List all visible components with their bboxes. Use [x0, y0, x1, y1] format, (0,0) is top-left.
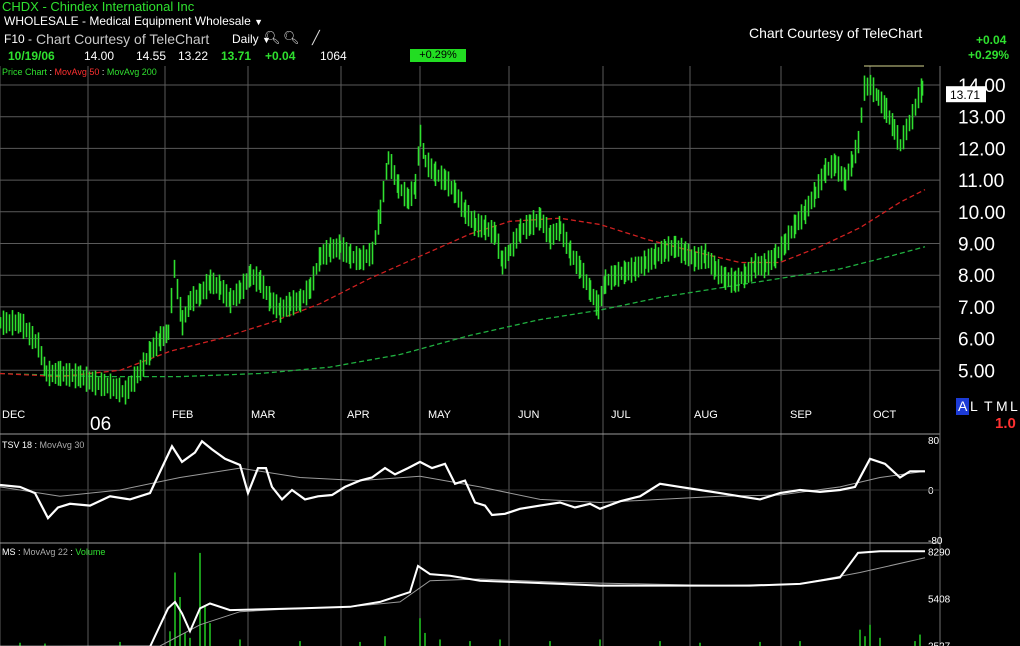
ms-y-tick-2: 2527	[928, 642, 951, 646]
x-tick-5: MAY	[428, 409, 452, 421]
x-tick-2: FEB	[172, 409, 193, 421]
x-tick-10: OCT	[873, 409, 897, 421]
x-tick-3: MAR	[251, 409, 276, 421]
price-y-tick-7: 7.00	[958, 298, 995, 319]
stock-chart: 14.0013.0012.0011.0010.009.008.007.006.0…	[0, 65, 1006, 646]
price-y-tick-2: 12.00	[958, 139, 1006, 160]
x-tick-7: JUL	[611, 409, 631, 421]
price-y-tick-9: 5.00	[958, 361, 995, 382]
price-y-tick-4: 10.00	[958, 203, 1006, 224]
last-price-tag: 13.71	[950, 88, 980, 102]
tsv-y-tick-2: -80	[928, 536, 943, 547]
ms-y-tick-1: 5408	[928, 595, 951, 606]
x-tick-4: APR	[347, 409, 370, 421]
price-y-tick-5: 9.00	[958, 235, 995, 256]
price-y-tick-8: 6.00	[958, 330, 995, 351]
price-y-tick-1: 13.00	[958, 108, 1006, 129]
price-y-tick-3: 11.00	[958, 171, 1004, 192]
x-tick-9: SEP	[790, 409, 812, 421]
ms-ma22-line	[59, 557, 926, 646]
tsv-y-tick-0: 80	[928, 436, 940, 447]
ms-y-tick-0: 8290	[928, 547, 951, 558]
x-tick-8: AUG	[694, 409, 718, 421]
x-tick-6: JUN	[518, 409, 539, 421]
x-tick-1: 06	[90, 414, 111, 435]
x-tick-0: DEC	[2, 409, 25, 421]
ma200-line	[0, 246, 926, 378]
price-y-tick-6: 8.00	[958, 266, 995, 287]
ma50-line	[0, 189, 926, 378]
tsv-y-tick-1: 0	[928, 486, 934, 497]
ms-line	[0, 550, 925, 646]
tsv-line	[0, 439, 925, 520]
